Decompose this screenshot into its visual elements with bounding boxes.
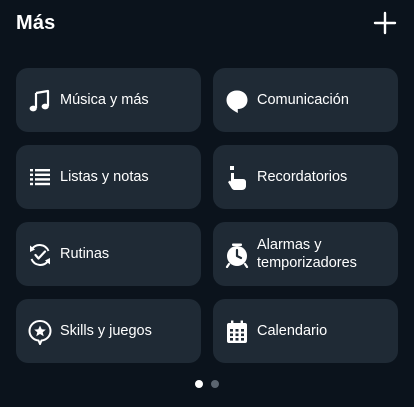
- page-title: Más: [16, 12, 56, 34]
- header: Más: [0, 0, 414, 48]
- tile-label: Alarmas y temporizadores: [257, 237, 357, 271]
- tile-label: Listas y notas: [60, 169, 149, 185]
- tile-music[interactable]: Música y más: [16, 68, 201, 132]
- page-dot[interactable]: [211, 380, 219, 388]
- page-indicator: [0, 380, 414, 392]
- add-button[interactable]: [372, 10, 398, 36]
- alarm-clock-icon: [225, 243, 249, 268]
- tile-label: Recordatorios: [257, 169, 348, 185]
- list-icon: [30, 169, 50, 186]
- tile-reminders[interactable]: Recordatorios: [213, 145, 398, 209]
- plus-icon: [373, 11, 397, 35]
- calendar-icon: [227, 320, 247, 343]
- music-note-icon: [29, 89, 50, 112]
- tile-communication[interactable]: Comunicación: [213, 68, 398, 132]
- reminder-hand-icon: [228, 166, 246, 190]
- speech-bubble-icon: [226, 90, 248, 113]
- skills-star-icon: [28, 319, 52, 345]
- tile-calendar[interactable]: Calendario: [213, 299, 398, 363]
- tile-alarms-timers[interactable]: Alarmas y temporizadores: [213, 222, 398, 286]
- tile-label: Skills y juegos: [60, 323, 152, 339]
- routine-check-icon: [30, 244, 50, 266]
- tile-skills-games[interactable]: Skills y juegos: [16, 299, 201, 363]
- tile-routines[interactable]: Rutinas: [16, 222, 201, 286]
- tile-lists-notes[interactable]: Listas y notas: [16, 145, 201, 209]
- tile-label: Comunicación: [257, 92, 349, 108]
- tile-label: Música y más: [60, 92, 149, 108]
- page-dot-active[interactable]: [195, 380, 203, 388]
- tile-label: Rutinas: [60, 246, 110, 262]
- tile-label: Calendario: [257, 323, 328, 339]
